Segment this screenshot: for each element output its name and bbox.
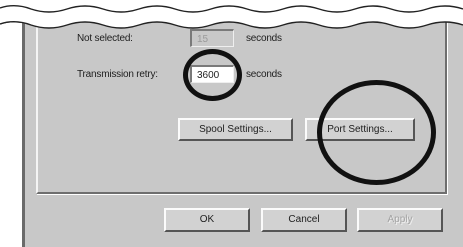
dialog-left-border <box>22 20 25 247</box>
settings-panel <box>36 20 447 194</box>
spool-settings-button[interactable]: Spool Settings... <box>178 118 293 141</box>
ok-button[interactable]: OK <box>164 208 250 232</box>
port-settings-button[interactable]: Port Settings... <box>305 118 415 141</box>
apply-button[interactable]: Apply <box>357 208 443 232</box>
transmission-retry-unit: seconds <box>246 69 282 80</box>
transmission-retry-label: Transmission retry: <box>77 69 158 80</box>
not-selected-label: Not selected: <box>77 33 133 44</box>
not-selected-field[interactable]: 15 <box>190 29 234 47</box>
transmission-retry-field[interactable]: 3600 <box>190 65 234 83</box>
not-selected-unit: seconds <box>246 33 282 44</box>
cancel-button[interactable]: Cancel <box>261 208 347 232</box>
